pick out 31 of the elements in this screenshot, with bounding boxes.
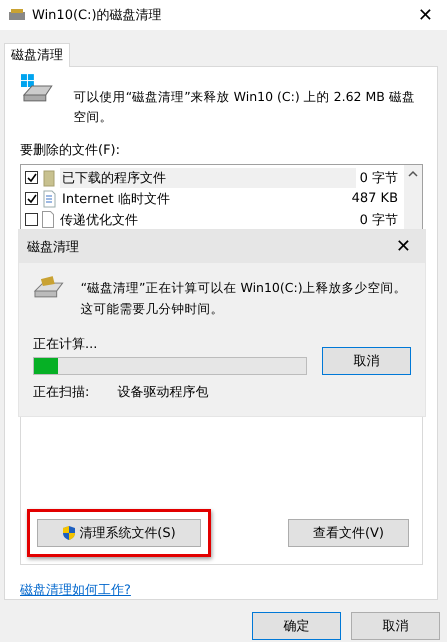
- files-label: 要删除的文件(F):: [20, 142, 122, 159]
- drive-icon: [8, 9, 26, 21]
- dialog-button[interactable]: 取消: [351, 612, 440, 640]
- document-icon: [42, 190, 56, 208]
- file-size: 0 字节: [360, 170, 399, 186]
- dialog-title: 磁盘清理: [27, 238, 80, 256]
- tab[interactable]: 磁盘清理: [4, 43, 70, 67]
- drive-icon: [20, 73, 54, 103]
- help-link[interactable]: 磁盘清理如何工作?: [20, 581, 131, 599]
- page-icon: [42, 211, 54, 228]
- file-size: 487 KB: [352, 191, 399, 206]
- action-button[interactable]: 清理系统文件(S): [37, 519, 201, 547]
- dialog-button[interactable]: 确定: [252, 612, 341, 640]
- summary-text: 可以使用“磁盘清理”来释放 Win10 (C:) 上的 2.62 MB 磁盘空间。: [74, 88, 416, 126]
- file-name[interactable]: Internet 临时文件: [60, 188, 348, 208]
- window-title: Win10(C:)的磁盘清理: [32, 7, 163, 24]
- scanning-item: 设备驱动程序包: [117, 384, 208, 401]
- checkbox[interactable]: [25, 213, 38, 226]
- scanning-label: 正在扫描:: [33, 384, 90, 401]
- file-size: 0 字节: [360, 212, 399, 228]
- dialog-message: “磁盘清理”正在计算可以在 Win10(C:)上释放多少空间。这可能需要几分钟时间。: [80, 279, 408, 318]
- close-icon[interactable]: ✕: [390, 236, 417, 257]
- action-button[interactable]: 查看文件(V): [288, 519, 409, 547]
- cancel-button[interactable]: 取消: [322, 347, 411, 375]
- folder-icon: [42, 168, 56, 186]
- status-text: 正在计算...: [33, 336, 98, 353]
- file-name[interactable]: 传递优化文件: [58, 210, 356, 230]
- checkbox[interactable]: [25, 192, 38, 205]
- file-name[interactable]: 已下载的程序文件: [60, 168, 356, 188]
- checkbox[interactable]: [25, 171, 38, 184]
- close-icon[interactable]: ✕: [412, 4, 439, 26]
